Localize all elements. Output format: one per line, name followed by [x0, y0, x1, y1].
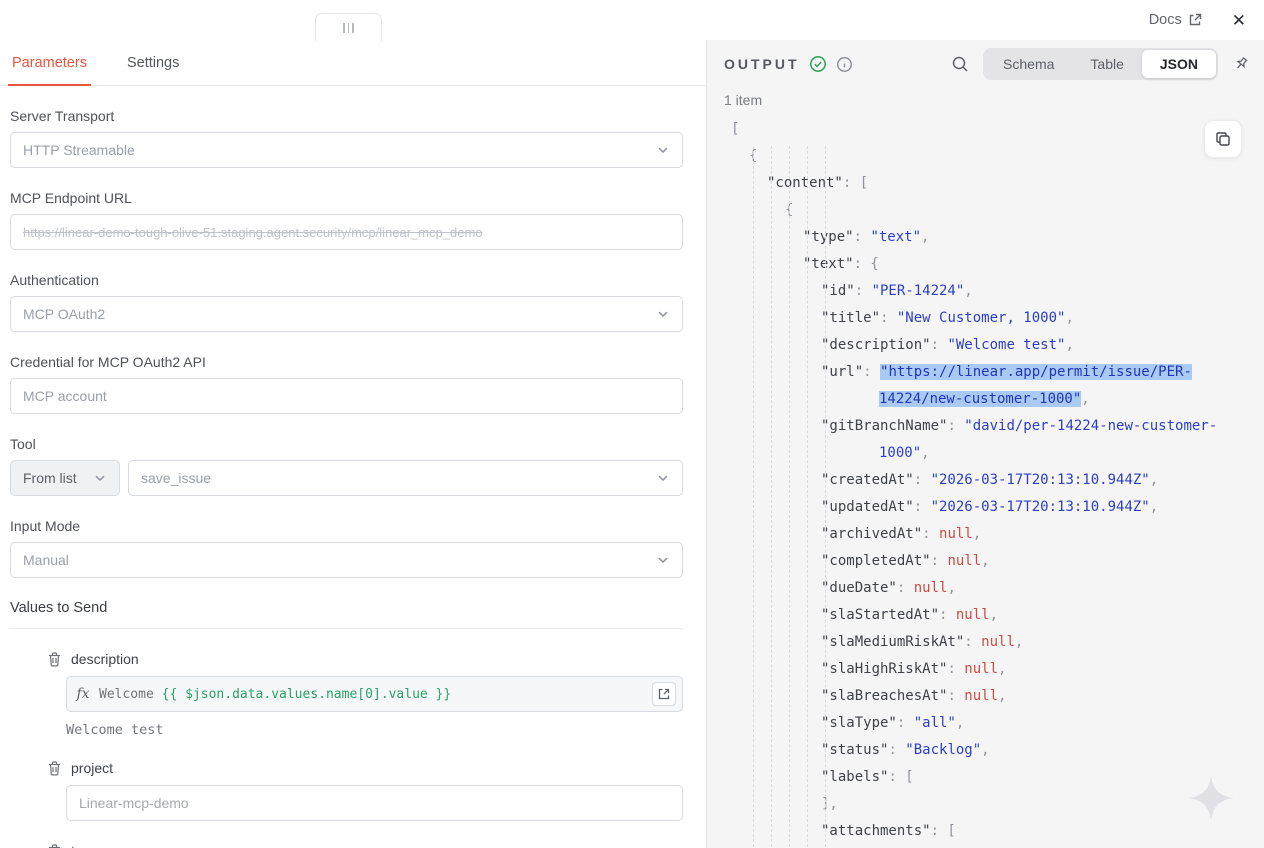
json-line: "slaStartedAt": null,	[723, 602, 1248, 629]
json-line: "updatedAt": "2026-03-17T20:13:10.944Z",	[723, 494, 1248, 521]
output-header: OUTPUT Schema Table JSON	[707, 40, 1264, 88]
authentication-value: MCP OAuth2	[23, 306, 105, 322]
json-line: "slaMediumRiskAt": null,	[723, 629, 1248, 656]
endpoint-url-field[interactable]	[10, 214, 683, 250]
json-line: "dueDate": null,	[723, 575, 1248, 602]
tab-bar: Parameters Settings	[0, 40, 706, 86]
json-line: "status": "Backlog",	[723, 737, 1248, 764]
authentication-select[interactable]: MCP OAuth2	[10, 296, 683, 332]
field-name: team	[71, 843, 102, 848]
values-to-send-heading: Values to Send	[10, 600, 683, 629]
field-project: project	[10, 760, 683, 821]
field-name: project	[71, 760, 113, 776]
docs-link[interactable]: Docs	[1149, 12, 1202, 28]
chevron-down-icon	[656, 307, 670, 321]
json-tree: [{"content": [{"type": "text","text": {"…	[723, 116, 1248, 848]
json-line: "slaBreachesAt": null,	[723, 683, 1248, 710]
tool-value: save_issue	[141, 470, 211, 486]
trash-icon[interactable]	[48, 652, 61, 667]
field-team: team	[10, 843, 683, 848]
chevron-down-icon	[656, 553, 670, 567]
description-expression-input[interactable]: fx Welcome {{ $json.data.values.name[0].…	[66, 676, 683, 712]
chevron-down-icon	[656, 143, 670, 157]
docs-label: Docs	[1149, 12, 1182, 28]
output-panel: OUTPUT Schema Table JSON	[707, 40, 1264, 848]
tool-label: Tool	[10, 436, 683, 452]
server-transport-select[interactable]: HTTP Streamable	[10, 132, 683, 168]
json-line: {	[723, 143, 1248, 170]
expression-result: Welcome test	[66, 722, 683, 738]
topbar: Docs ✕	[0, 0, 1264, 40]
trash-icon[interactable]	[48, 844, 61, 848]
tab-parameters[interactable]: Parameters	[10, 55, 89, 85]
json-line: ],	[723, 791, 1248, 818]
panel-drag-handle[interactable]	[315, 13, 382, 41]
view-json-button[interactable]: JSON	[1142, 50, 1216, 78]
tool-mode-select[interactable]: From list	[10, 460, 120, 496]
json-line: "id": "PER-14224",	[723, 278, 1248, 305]
parameters-panel: Parameters Settings Server Transport HTT…	[0, 40, 707, 848]
json-view[interactable]: [{"content": [{"type": "text","text": {"…	[723, 116, 1248, 848]
parameters-form: Server Transport HTTP Streamable MCP End…	[0, 86, 706, 848]
fx-prefix: fx	[67, 686, 99, 702]
credential-value: MCP account	[23, 388, 107, 404]
json-line: "createdAt": "2026-03-17T20:13:10.944Z",	[723, 467, 1248, 494]
credential-label: Credential for MCP OAuth2 API	[10, 354, 683, 370]
chevron-down-icon	[656, 471, 670, 485]
json-line: "title": "New Customer, 1000",	[723, 305, 1248, 332]
info-icon[interactable]	[836, 56, 853, 73]
output-title: OUTPUT	[724, 56, 800, 72]
project-field[interactable]	[66, 785, 683, 821]
input-mode-select[interactable]: Manual	[10, 542, 683, 578]
json-line: "text": {	[723, 251, 1248, 278]
json-line: "description": "Welcome test",	[723, 332, 1248, 359]
credential-select[interactable]: MCP account	[10, 378, 683, 414]
json-line: "content": [	[723, 170, 1248, 197]
endpoint-url-input[interactable]	[23, 225, 670, 240]
success-check-icon	[809, 55, 827, 73]
expression-text: Welcome {{ $json.data.values.name[0].val…	[99, 687, 652, 702]
tool-select[interactable]: save_issue	[128, 460, 683, 496]
pin-icon[interactable]	[1232, 55, 1250, 73]
json-line: "archivedAt": null,	[723, 521, 1248, 548]
json-line: "gitBranchName": "david/per-14224-new-cu…	[723, 413, 1248, 467]
open-expression-editor-button[interactable]	[652, 682, 676, 706]
field-description: description fx Welcome {{ $json.data.val…	[10, 651, 683, 738]
json-line: "url": "https://linear.app/permit/issue/…	[723, 359, 1248, 413]
external-link-icon	[1188, 13, 1202, 27]
json-line: "completedAt": null,	[723, 548, 1248, 575]
input-mode-label: Input Mode	[10, 518, 683, 534]
field-name: description	[71, 651, 139, 667]
project-input[interactable]	[79, 795, 670, 811]
chevron-down-icon	[93, 471, 107, 485]
authentication-label: Authentication	[10, 272, 683, 288]
json-line: {	[723, 197, 1248, 224]
view-switcher: Schema Table JSON	[983, 48, 1218, 80]
json-line: "attachments": [	[723, 818, 1248, 845]
server-transport-value: HTTP Streamable	[23, 142, 135, 158]
item-count: 1 item	[707, 88, 1264, 110]
json-line: [	[723, 116, 1248, 143]
search-icon[interactable]	[951, 55, 969, 73]
json-line: "labels": [	[723, 764, 1248, 791]
tab-settings[interactable]: Settings	[125, 55, 181, 85]
server-transport-label: Server Transport	[10, 108, 683, 124]
copy-output-button[interactable]	[1204, 120, 1242, 158]
tool-mode-value: From list	[23, 470, 77, 486]
close-button[interactable]: ✕	[1232, 12, 1246, 29]
json-line: "slaHighRiskAt": null,	[723, 656, 1248, 683]
node-details-view: Docs ✕ Parameters Settings Server Transp…	[0, 0, 1264, 848]
view-table-button[interactable]: Table	[1072, 50, 1141, 78]
json-line: "slaType": "all",	[723, 710, 1248, 737]
view-schema-button[interactable]: Schema	[985, 50, 1072, 78]
trash-icon[interactable]	[48, 761, 61, 776]
endpoint-url-label: MCP Endpoint URL	[10, 190, 683, 206]
json-line: "type": "text",	[723, 224, 1248, 251]
input-mode-value: Manual	[23, 552, 69, 568]
